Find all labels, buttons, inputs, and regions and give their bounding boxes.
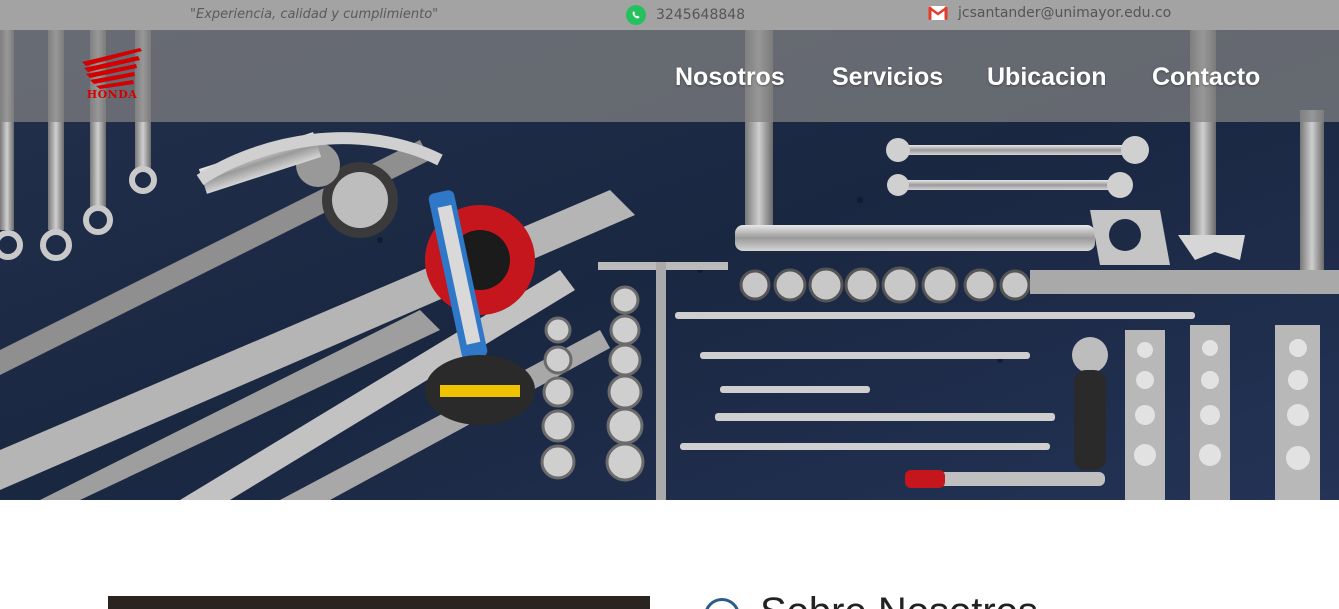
- email-contact[interactable]: jcsantander@unimayor.edu.co: [928, 5, 1171, 21]
- gmail-icon: [928, 5, 948, 21]
- top-info-bar: "Experiencia, calidad y cumplimiento" 32…: [0, 0, 1339, 30]
- email-address: jcsantander@unimayor.edu.co: [958, 5, 1172, 21]
- phone-contact[interactable]: 3245648848: [626, 5, 745, 25]
- nav-link-contacto[interactable]: Contacto: [1152, 63, 1260, 92]
- about-section-title: Sobre Nosotros: [760, 590, 1038, 609]
- brand-logo-text: HONDA: [86, 88, 138, 101]
- main-navbar: HONDA Nosotros Servicios Ubicacion Conta…: [0, 30, 1339, 122]
- nav-link-ubicacion[interactable]: Ubicacion: [987, 63, 1106, 92]
- nav-link-servicios[interactable]: Servicios: [832, 63, 943, 92]
- whatsapp-icon: [626, 5, 646, 25]
- phone-number: 3245648848: [656, 7, 746, 23]
- circle-icon: [704, 598, 740, 609]
- slogan-text: "Experiencia, calidad y cumplimiento": [190, 7, 439, 22]
- about-section-image: [108, 596, 650, 609]
- nav-link-nosotros[interactable]: Nosotros: [675, 63, 785, 92]
